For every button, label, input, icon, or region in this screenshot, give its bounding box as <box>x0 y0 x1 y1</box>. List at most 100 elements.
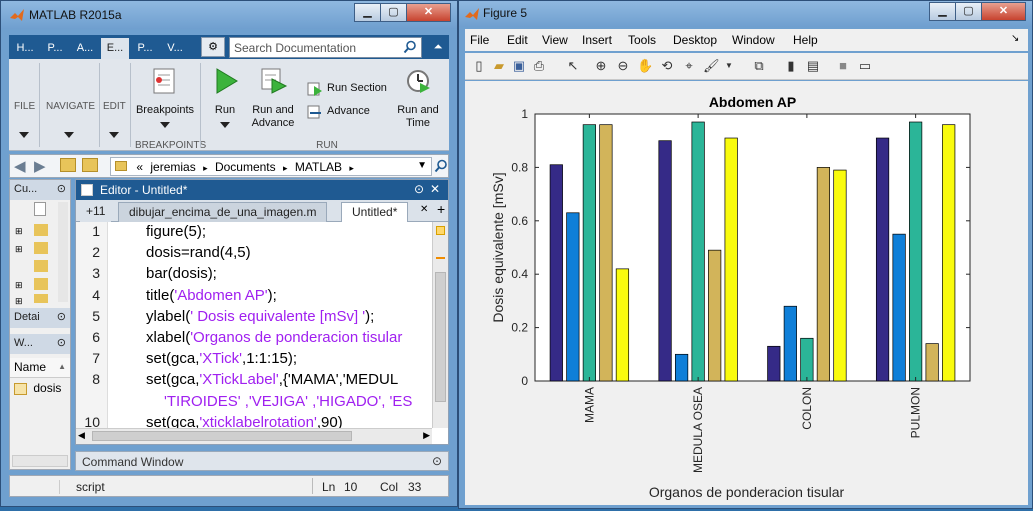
command-window-menu-icon[interactable]: ⊙ <box>432 454 442 468</box>
pan-icon[interactable]: ✋ <box>637 58 653 74</box>
menu-tools[interactable]: Tools <box>628 33 656 47</box>
path-segment-matlab[interactable]: MATLAB <box>295 160 342 174</box>
navigate-group-button[interactable]: NAVIGATE <box>46 101 95 112</box>
vertical-scroll-thumb[interactable] <box>435 272 446 402</box>
file-caret-icon[interactable] <box>19 132 29 138</box>
code-analyzer-indicator[interactable] <box>436 226 445 235</box>
panel-menu-icon[interactable]: ⊙ <box>57 182 66 195</box>
bar[interactable] <box>816 167 831 382</box>
tab-apps[interactable]: A... <box>71 38 99 59</box>
code-line[interactable]: set(gca,'xticklabelrotation',90) <box>146 414 343 428</box>
details-panel-header[interactable]: Detai ⊙ <box>10 308 70 328</box>
tab-dibujar-encima[interactable]: dibujar_encima_de_una_imagen.m <box>118 202 328 222</box>
run-caret-icon[interactable] <box>220 122 230 128</box>
code-line[interactable]: 'TIROIDES' ,'VEJIGA' ,'HIGADO', 'ES <box>164 393 412 410</box>
bar[interactable] <box>875 137 890 382</box>
folder-icon[interactable] <box>34 260 48 272</box>
save-icon[interactable]: ▣ <box>511 58 527 74</box>
run-section-icon[interactable] <box>307 81 323 97</box>
folder-icon[interactable] <box>34 242 48 254</box>
up-folder-icon[interactable] <box>60 158 76 172</box>
run-and-advance-icon[interactable] <box>260 67 288 95</box>
folder-icon[interactable] <box>34 278 48 290</box>
open-file-icon[interactable]: ▰ <box>491 58 507 74</box>
bar[interactable] <box>566 212 580 382</box>
expand-icon[interactable]: ⊞ <box>15 226 23 237</box>
menu-edit[interactable]: Edit <box>507 33 528 47</box>
bar[interactable] <box>942 124 956 382</box>
code-line[interactable]: figure(5); <box>146 223 206 240</box>
workspace-name-column-header[interactable]: Name ▲ <box>10 358 70 378</box>
scroll-right-icon[interactable]: ▶ <box>423 430 430 441</box>
run-icon[interactable] <box>213 67 239 95</box>
bar[interactable] <box>800 337 814 382</box>
browse-folder-icon[interactable] <box>82 158 98 172</box>
path-segment-jeremias[interactable]: jeremias <box>150 160 195 174</box>
rotate-icon[interactable]: ⟲ <box>659 58 675 74</box>
workspace-panel-header[interactable]: W... ⊙ <box>10 334 70 354</box>
menu-window[interactable]: Window <box>732 33 775 47</box>
advance-button[interactable]: Advance <box>327 105 370 118</box>
code-line[interactable]: dosis=rand(4,5) <box>146 244 251 261</box>
horizontal-scroll-thumb[interactable] <box>92 431 352 441</box>
code-line[interactable]: bar(dosis); <box>146 265 217 282</box>
new-tab-icon[interactable]: + <box>437 201 445 217</box>
maximize-button[interactable]: ▢ <box>380 3 407 22</box>
current-folder-panel-header[interactable]: Cu... ⊙ <box>10 180 70 200</box>
show-plot-tools-icon[interactable]: ▭ <box>857 58 873 74</box>
current-folder-path[interactable]: « jeremias ▸ Documents ▸ MATLAB ▸ ▼ <box>110 157 432 176</box>
colorbar-icon[interactable]: ▮ <box>783 58 799 74</box>
tab-publish[interactable]: P... <box>131 38 159 59</box>
edit-plot-arrow-icon[interactable]: ↖ <box>565 58 581 74</box>
folder-icon[interactable] <box>34 224 48 236</box>
expand-icon[interactable]: ⊞ <box>15 280 23 291</box>
code-line[interactable]: set(gca,'XTickLabel',{'MAMA','MEDUL <box>146 371 398 388</box>
panel-menu-icon[interactable]: ⊙ <box>57 336 66 349</box>
new-figure-icon[interactable]: ▯ <box>471 58 487 74</box>
matlab-titlebar[interactable]: MATLAB R2015a ▁ ▢ ✕ <box>1 1 457 29</box>
panel-menu-icon[interactable]: ⊙ <box>57 310 66 323</box>
path-segment-documents[interactable]: Documents <box>215 160 276 174</box>
scroll-left-icon[interactable]: ◀ <box>78 430 85 441</box>
back-arrow-icon[interactable]: ◀ <box>14 157 26 175</box>
workspace-variable-row[interactable]: dosis <box>10 380 70 398</box>
expand-icon[interactable]: ⊞ <box>15 244 23 255</box>
code-line[interactable]: xlabel('Organos de ponderacion tisular <box>146 329 402 346</box>
path-dropdown-icon[interactable]: ▼ <box>417 160 427 171</box>
bar[interactable] <box>674 353 689 382</box>
print-icon[interactable]: ⎙ <box>531 58 547 74</box>
figure-close-button[interactable]: ✕ <box>981 2 1026 21</box>
editor-header[interactable]: Editor - Untitled* ⊙ ✕ <box>76 180 448 200</box>
forward-arrow-icon[interactable]: ▶ <box>34 157 46 175</box>
editor-close-icon[interactable]: ✕ <box>430 182 440 196</box>
run-and-time-button[interactable]: Run and Time <box>393 104 443 130</box>
path-overflow[interactable]: « <box>136 160 143 174</box>
bar[interactable] <box>925 343 939 382</box>
menu-view[interactable]: View <box>542 33 568 47</box>
collapse-ribbon-icon[interactable]: ⏶ <box>429 37 447 57</box>
edit-caret-icon[interactable] <box>109 132 119 138</box>
zoom-out-icon[interactable]: ⊖ <box>615 58 631 74</box>
brush-dropdown-icon[interactable]: ▼ <box>721 58 737 74</box>
tab-editor[interactable]: E... <box>101 38 129 59</box>
run-and-time-icon[interactable] <box>404 67 432 95</box>
bar[interactable] <box>783 305 797 382</box>
code-line[interactable]: ylabel(' Dosis equivalente [mSv] '); <box>146 308 374 325</box>
workspace-hscrollbar[interactable] <box>12 455 68 467</box>
legend-icon[interactable]: ▤ <box>805 58 821 74</box>
menu-insert[interactable]: Insert <box>582 33 612 47</box>
edit-group-button[interactable]: EDIT <box>103 101 126 112</box>
breakpoints-icon[interactable] <box>152 67 178 95</box>
tab-overflow-button[interactable]: +11 <box>80 202 112 222</box>
tab-close-icon[interactable]: ✕ <box>420 204 428 215</box>
bar[interactable] <box>833 169 847 382</box>
warning-marker[interactable] <box>436 257 445 259</box>
bar[interactable] <box>708 249 722 382</box>
editor-menu-icon[interactable]: ⊙ <box>414 182 424 196</box>
bar[interactable] <box>724 137 738 382</box>
editor-horizontal-scrollbar[interactable]: ◀ ▶ <box>76 428 432 444</box>
bar[interactable] <box>892 233 906 382</box>
editor-vertical-scrollbar[interactable] <box>432 222 448 428</box>
folder-scrollbar[interactable] <box>58 202 68 302</box>
bar[interactable] <box>658 140 672 382</box>
